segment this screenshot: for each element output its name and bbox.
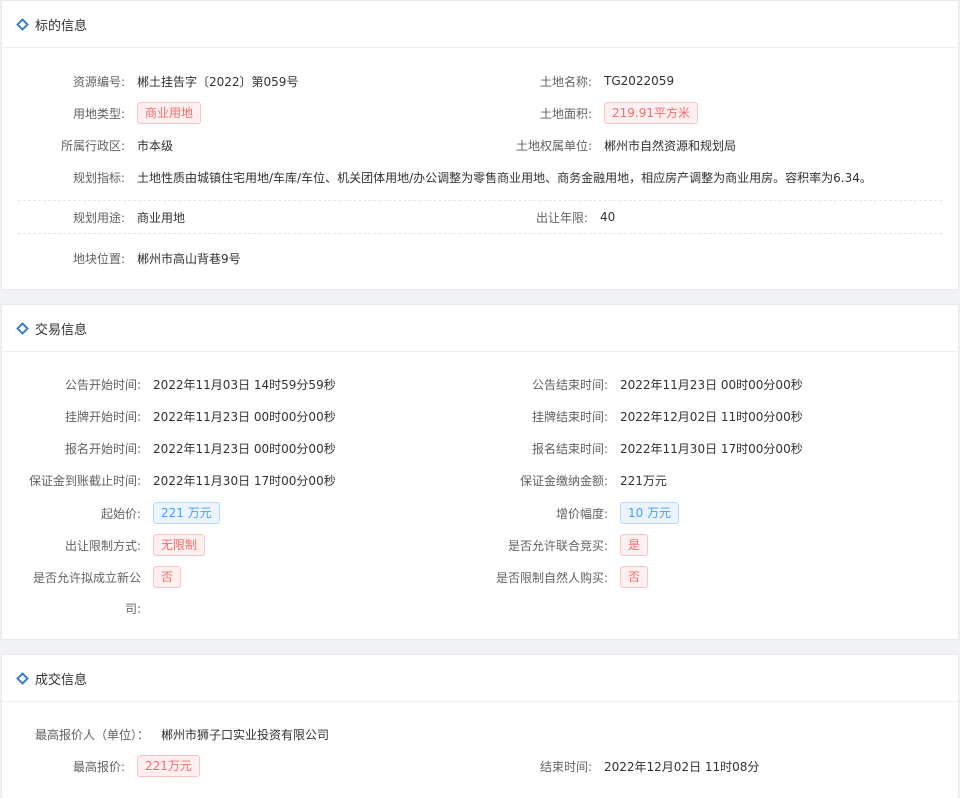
district-value: 市本级 [137,138,174,153]
resource-no-label: 资源编号: [72,74,125,89]
section-title: 标的信息 [35,18,88,34]
listing-start-label: 挂牌开始时间: [64,409,141,424]
top-bidder-value: 郴州市狮子口实业投资有限公司 [161,727,330,742]
location-value: 郴州市高山背巷9号 [137,251,241,266]
top-bidder-row: 最高报价人（单位）： 郴州市狮子口实业投资有限公司 [2,722,329,746]
listing-end-label: 挂牌结束时间: [531,409,608,424]
transfer-years-label: 出让年限: [535,210,588,225]
deposit-amount-label: 保证金缴纳金额: [519,473,608,488]
planning-index-row: 规划指标: 土地性质由城镇住宅用地/车库/车位、机关团体用地/办公调整为零售商业… [2,165,872,189]
section-title: 成交信息 [35,672,88,688]
listing-end-value: 2022年12月02日 11时00分00秒 [620,409,803,424]
target-info-header: 标的信息 [2,1,958,48]
owner-unit-row: 土地权属单位: 郴州市自然资源和规划局 [472,133,736,157]
section-title: 交易信息 [35,322,88,338]
planning-use-label: 规划用途: [72,210,125,225]
increment-tag: 10 万元 [620,502,680,524]
notice-end-value: 2022年11月23日 00时00分00秒 [620,377,803,392]
planning-use-row: 规划用途: 商业用地 [2,205,185,229]
deposit-deadline-value: 2022年11月30日 17时00分00秒 [153,473,336,488]
deposit-deadline-row: 保证金到账截止时间: 2022年11月30日 17时00分00秒 [2,468,336,492]
increment-label: 增价幅度: [555,506,608,521]
restriction-row: 出让限制方式: 无限制 [2,533,206,557]
deposit-amount-row: 保证金缴纳金额: 221万元 [472,468,667,492]
land-type-row: 用地类型: 商业用地 [2,101,202,125]
joint-bid-tag: 是 [620,534,649,556]
notice-end-row: 公告结束时间: 2022年11月23日 00时00分00秒 [472,372,803,396]
location-row: 地块位置: 郴州市高山背巷9号 [2,246,241,270]
signup-end-value: 2022年11月30日 17时00分00秒 [620,441,803,456]
end-time-label: 结束时间: [539,759,592,774]
start-price-row: 起始价: 221 万元 [2,501,220,525]
joint-bid-label: 是否允许联合竞买: [507,538,608,553]
notice-start-row: 公告开始时间: 2022年11月03日 14时59分59秒 [2,372,336,396]
notice-start-value: 2022年11月03日 14时59分59秒 [153,377,336,392]
increment-row: 增价幅度: 10 万元 [472,501,680,525]
start-price-label: 起始价: [100,506,141,521]
transaction-info-card: 交易信息 公告开始时间: 2022年11月03日 14时59分59秒 公告结束时… [1,304,959,640]
new-company-tag: 否 [153,566,182,588]
deal-info-header: 成交信息 [2,655,958,702]
land-type-tag: 商业用地 [137,102,202,124]
district-label: 所属行政区: [60,138,125,153]
new-company-label: 是否允许拟成立新公 [32,570,141,585]
end-time-row: 结束时间: 2022年12月02日 11时08分 [472,754,759,778]
signup-end-label: 报名结束时间: [531,441,608,456]
diamond-icon [16,672,29,685]
deal-info-card: 成交信息 最高报价人（单位）： 郴州市狮子口实业投资有限公司 最高报价: 221… [1,654,959,798]
owner-unit-label: 土地权属单位: [515,138,592,153]
land-area-row: 土地面积: 219.91平方米 [472,101,698,125]
transfer-years-row: 出让年限: 40 [472,205,615,229]
joint-bid-row: 是否允许联合竞买: 是 [472,533,649,557]
district-row: 所属行政区: 市本级 [2,133,173,157]
listing-start-row: 挂牌开始时间: 2022年11月23日 00时00分00秒 [2,404,336,428]
deposit-deadline-label: 保证金到账截止时间: [28,473,141,488]
start-price-tag: 221 万元 [153,502,220,524]
deposit-amount-value: 221万元 [620,473,667,488]
transfer-years-value: 40 [600,210,616,224]
new-company-label-cont-row: 司: [2,596,141,620]
signup-start-label: 报名开始时间: [64,441,141,456]
natural-person-row: 是否限制自然人购买: 否 [472,565,649,589]
planning-use-value: 商业用地 [137,210,186,225]
signup-start-row: 报名开始时间: 2022年11月23日 00时00分00秒 [2,436,336,460]
restriction-label: 出让限制方式: [64,538,141,553]
listing-start-value: 2022年11月23日 00时00分00秒 [153,409,336,424]
planning-index-value: 土地性质由城镇住宅用地/车库/车位、机关团体用地/办公调整为零售商业用地、商务金… [137,170,872,185]
transaction-info-header: 交易信息 [2,305,958,352]
diamond-icon [16,18,29,31]
top-price-row: 最高报价: 221万元 [2,754,200,778]
restriction-tag: 无限制 [153,534,206,556]
land-name-label: 土地名称: [539,74,592,89]
notice-end-label: 公告结束时间: [531,377,608,392]
divider [18,233,942,234]
land-area-label: 土地面积: [539,106,592,121]
top-price-label: 最高报价: [72,759,125,774]
diamond-icon [16,322,29,335]
notice-start-label: 公告开始时间: [64,377,141,392]
resource-no-row: 资源编号: 郴土挂告字〔2022〕第059号 [2,69,299,93]
land-type-label: 用地类型: [72,106,125,121]
resource-no-value: 郴土挂告字〔2022〕第059号 [137,74,299,89]
land-name-value: TG2022059 [604,74,675,88]
natural-person-tag: 否 [620,566,649,588]
top-price-tag: 221万元 [137,755,200,777]
new-company-row: 是否允许拟成立新公 否 [2,565,182,589]
new-company-label-cont: 司: [124,601,141,616]
natural-person-label: 是否限制自然人购买: [495,570,608,585]
end-time-value: 2022年12月02日 11时08分 [604,759,760,774]
location-label: 地块位置: [72,251,125,266]
signup-start-value: 2022年11月23日 00时00分00秒 [153,441,336,456]
land-area-tag: 219.91平方米 [604,102,698,124]
target-info-card: 标的信息 资源编号: 郴土挂告字〔2022〕第059号 土地名称: TG2022… [1,0,959,290]
top-bidder-label: 最高报价人（单位）： [34,727,149,742]
planning-index-label: 规划指标: [72,170,125,185]
land-name-row: 土地名称: TG2022059 [472,69,674,93]
divider [18,200,942,201]
signup-end-row: 报名结束时间: 2022年11月30日 17时00分00秒 [472,436,803,460]
listing-end-row: 挂牌结束时间: 2022年12月02日 11时00分00秒 [472,404,803,428]
owner-unit-value: 郴州市自然资源和规划局 [604,138,737,153]
